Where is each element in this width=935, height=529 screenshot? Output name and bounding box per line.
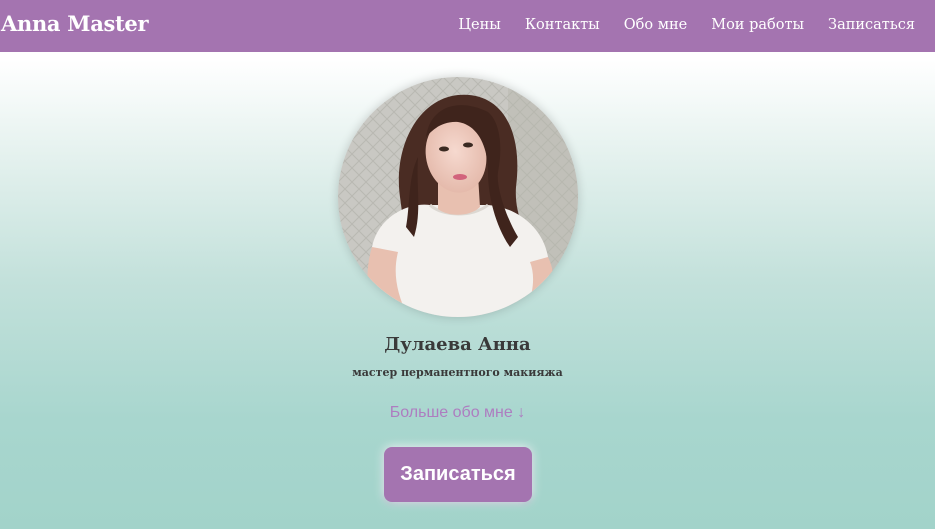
profile-photo-image	[338, 77, 578, 317]
nav-link-portfolio[interactable]: Мои работы	[711, 14, 804, 36]
profile-photo	[338, 77, 578, 317]
nav-link-book[interactable]: Записаться	[828, 14, 915, 36]
master-name: Дулаева Анна	[384, 334, 531, 355]
nav-link-prices[interactable]: Цены	[458, 14, 500, 36]
nav-link-contacts[interactable]: Контакты	[525, 14, 600, 36]
top-navbar: Anna Master Цены Контакты Обо мне Мои ра…	[0, 0, 935, 52]
brand-logo-text[interactable]: Anna Master	[1, 9, 149, 39]
main-nav: Цены Контакты Обо мне Мои работы Записат…	[458, 14, 915, 36]
master-role: мастер перманентного макияжа	[352, 366, 563, 379]
book-appointment-button[interactable]: Записаться	[384, 447, 532, 502]
more-about-me-link[interactable]: Больше обо мне ↓	[0, 402, 915, 424]
nav-link-about[interactable]: Обо мне	[624, 14, 687, 36]
